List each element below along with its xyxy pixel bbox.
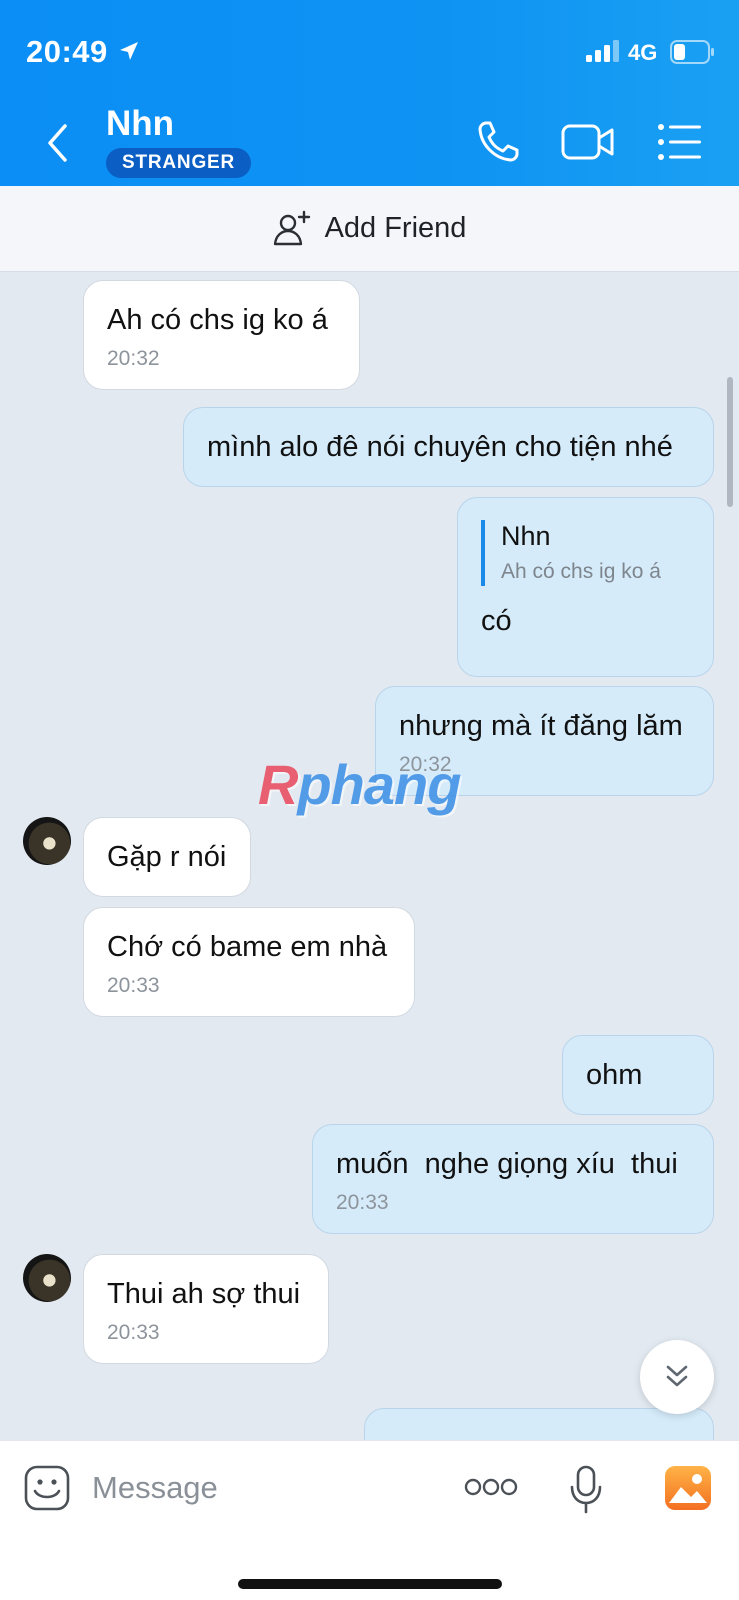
scroll-to-bottom-button[interactable]: [640, 1340, 714, 1414]
back-icon[interactable]: [38, 118, 78, 168]
message-text: muốn nghe giọng xíu thui: [336, 1148, 678, 1180]
message-time: 20:33: [336, 1191, 389, 1214]
status-time: 20:49: [26, 34, 108, 69]
menu-list-icon[interactable]: [656, 118, 704, 166]
message-time: 20:32: [107, 347, 160, 370]
quoted-sender: Nhn: [501, 521, 551, 551]
message-text: Thui ah sợ thui: [107, 1278, 301, 1310]
quoted-message[interactable]: Nhn Ah có chs ig ko á: [481, 520, 690, 586]
add-user-icon: [273, 210, 310, 245]
message-bubble-outgoing[interactable]: mình alo đê nói chuyên cho tiện nhé: [183, 407, 714, 487]
watermark: Rphang: [258, 753, 461, 816]
add-friend-bar[interactable]: Add Friend: [0, 186, 739, 272]
contact-name[interactable]: Nhn: [106, 104, 174, 144]
message-text: nhưng mà ít đăng lăm: [399, 710, 683, 742]
message-text: Gặp r nói: [107, 841, 227, 873]
microphone-icon[interactable]: [568, 1465, 604, 1515]
add-friend-label: Add Friend: [324, 212, 467, 244]
phone-icon[interactable]: [474, 118, 522, 166]
location-arrow-icon: [120, 42, 138, 60]
message-input[interactable]: [92, 1465, 432, 1511]
message-bubble-outgoing[interactable]: muốn nghe giọng xíu thui 20:33: [312, 1124, 714, 1234]
message-bubble-incoming[interactable]: Thui ah sợ thui 20:33: [83, 1254, 329, 1364]
message-text: mình alo đê nói chuyên cho tiện nhé: [207, 431, 673, 463]
message-list[interactable]: Ah có chs ig ko á 20:32 mình alo đê nói …: [0, 272, 739, 1440]
message-bubble-incoming[interactable]: Ah có chs ig ko á 20:32: [83, 280, 360, 390]
message-text: ohm: [586, 1059, 643, 1091]
message-time: 20:33: [107, 1321, 160, 1344]
message-bubble-reply[interactable]: Nhn Ah có chs ig ko á có: [457, 497, 714, 677]
video-call-icon[interactable]: [560, 118, 616, 166]
signal-icon: [586, 40, 619, 62]
message-bubble-incoming[interactable]: Gặp r nói: [83, 817, 251, 897]
message-bubble-incoming[interactable]: Chớ có bame em nhà 20:33: [83, 907, 415, 1017]
message-text: có: [481, 605, 512, 637]
scrollbar[interactable]: [727, 377, 733, 507]
message-time: 20:33: [107, 974, 160, 997]
message-text: Chớ có bame em nhà: [107, 931, 388, 963]
message-bubble-outgoing[interactable]: ohm: [562, 1035, 714, 1115]
chat-header: 20:49 4G Nhn STRANGER: [0, 0, 739, 186]
stranger-badge: STRANGER: [106, 148, 252, 178]
avatar[interactable]: [23, 817, 71, 865]
battery-icon: [670, 40, 714, 64]
message-input-bar: [0, 1440, 739, 1600]
network-type: 4G: [628, 40, 658, 65]
sticker-icon[interactable]: [24, 1465, 70, 1511]
avatar[interactable]: [23, 1254, 71, 1302]
photo-icon[interactable]: [664, 1465, 712, 1511]
chevron-double-down-icon: [666, 1365, 688, 1387]
more-options-icon[interactable]: [464, 1477, 518, 1497]
quoted-text: Ah có chs ig ko á: [501, 560, 661, 583]
message-bubble-partial[interactable]: [364, 1408, 714, 1440]
message-text: Ah có chs ig ko á: [107, 304, 328, 336]
home-indicator[interactable]: [238, 1579, 502, 1589]
